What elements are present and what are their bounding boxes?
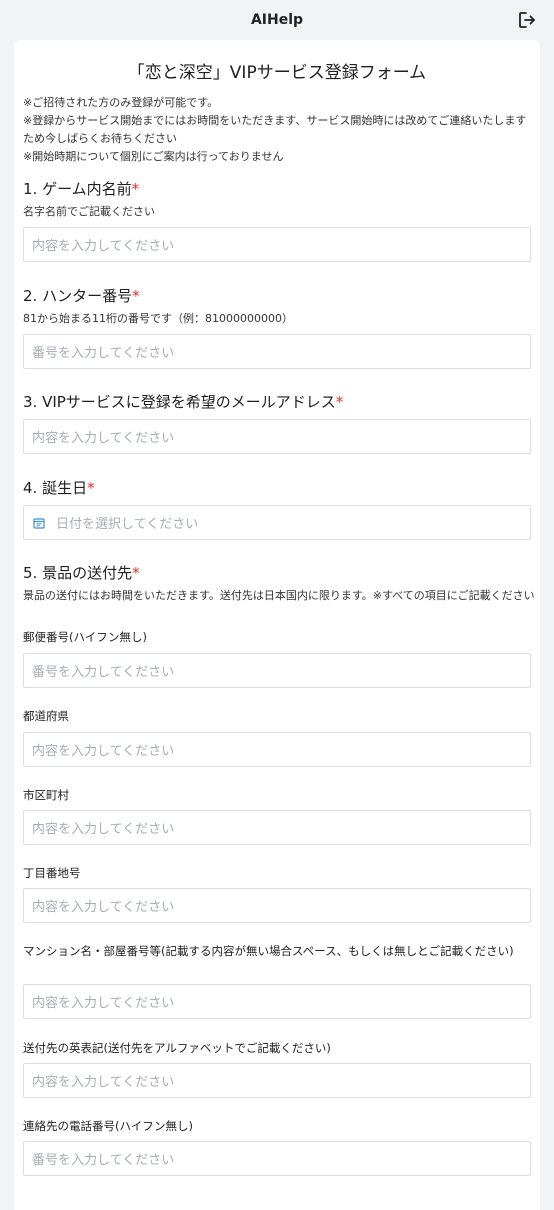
form-title: 「恋と深空」VIPサービス登録フォーム (127, 63, 427, 83)
logout-icon (519, 12, 535, 28)
english-address-label: 送付先の英表記(送付先をアルファベットでご記載ください) (23, 1041, 331, 1055)
required-mark: * (87, 479, 95, 497)
birthday-date-picker[interactable]: 日付を選択してください (23, 505, 531, 540)
english-address-input[interactable]: 内容を入力してください (23, 1063, 531, 1098)
question-desc-game-name: 名字名前でご記載ください (23, 205, 155, 218)
top-bar: AIHelp (0, 0, 554, 40)
prefecture-input[interactable]: 内容を入力してください (23, 732, 531, 767)
phone-number-label: 連絡先の電話番号(ハイフン無し) (23, 1119, 193, 1133)
question-title-text: 3. VIPサービスに登録を希望のメールアドレス (23, 393, 336, 411)
input-placeholder: 内容を入力してください (32, 996, 175, 1011)
question-title-email: 3. VIPサービスに登録を希望のメールアドレス* (23, 391, 343, 412)
street-address-label: 丁目番地号 (23, 866, 81, 880)
question-title-text: 4. 誕生日 (23, 479, 88, 497)
form-notice: ※ご招待された方のみ登録が可能です。 ※登録からサービス開始までにはお時間をいた… (23, 94, 533, 166)
question-title-text: 5. 景品の送付先 (23, 564, 133, 582)
input-placeholder: 内容を入力してください (32, 744, 175, 759)
input-placeholder: 日付を選択してください (56, 517, 199, 532)
question-title-text: 2. ハンター番号 (23, 287, 133, 305)
input-placeholder: 内容を入力してください (32, 431, 175, 446)
notice-line: ※ご招待された方のみ登録が可能です。 (23, 96, 219, 109)
prefecture-label: 都道府県 (23, 709, 69, 723)
input-placeholder: 内容を入力してください (32, 900, 175, 915)
postal-code-input[interactable]: 番号を入力してください (23, 653, 531, 688)
phone-number-input[interactable]: 番号を入力してください (23, 1141, 531, 1176)
building-room-label: マンション名・部屋番号等(記載する内容が無い場合スペース、もしくは無しとご記載く… (23, 944, 514, 958)
question-title-hunter-number: 2. ハンター番号* (23, 285, 140, 306)
question-title-text: 1. ゲーム内名前 (23, 180, 132, 198)
input-placeholder: 番号を入力してください (32, 665, 175, 680)
calendar-icon (32, 516, 46, 530)
required-mark: * (132, 287, 140, 305)
notice-line: ※登録からサービス開始までにはお時間をいただきます、サービス開始時には改めてご連… (23, 114, 527, 145)
game-name-input[interactable]: 内容を入力してください (23, 227, 531, 262)
input-placeholder: 内容を入力してください (32, 822, 175, 837)
postal-code-label: 郵便番号(ハイフン無し) (23, 630, 147, 644)
city-input[interactable]: 内容を入力してください (23, 810, 531, 845)
question-title-shipping-address: 5. 景品の送付先* (23, 562, 140, 583)
required-mark: * (335, 393, 344, 411)
question-desc-shipping-address: 景品の送付にはお時間をいただきます。送付先は日本国内に限ります。※すべての項目に… (23, 589, 535, 602)
street-address-input[interactable]: 内容を入力してください (23, 888, 531, 923)
input-placeholder: 内容を入力してください (32, 239, 175, 254)
notice-line: ※開始時期について個別にご案内は行っておりません (23, 150, 284, 163)
question-title-game-name: 1. ゲーム内名前* (23, 178, 139, 199)
input-placeholder: 番号を入力してください (32, 1153, 175, 1168)
input-placeholder: 内容を入力してください (32, 1075, 175, 1090)
city-label: 市区町村 (23, 788, 69, 802)
form-card: 「恋と深空」VIPサービス登録フォーム ※ご招待された方のみ登録が可能です。 ※… (14, 40, 540, 1210)
hunter-number-input[interactable]: 番号を入力してください (23, 334, 531, 369)
input-placeholder: 番号を入力してください (32, 346, 175, 361)
question-title-birthday: 4. 誕生日* (23, 477, 95, 498)
email-input[interactable]: 内容を入力してください (23, 419, 531, 454)
required-mark: * (132, 564, 140, 582)
question-desc-hunter-number: 81から始まる11桁の番号です（例：81000000000） (23, 312, 293, 325)
required-mark: * (131, 180, 140, 198)
logout-button[interactable] (516, 9, 538, 31)
building-room-input[interactable]: 内容を入力してください (23, 984, 531, 1019)
app-title: AIHelp (250, 12, 304, 28)
